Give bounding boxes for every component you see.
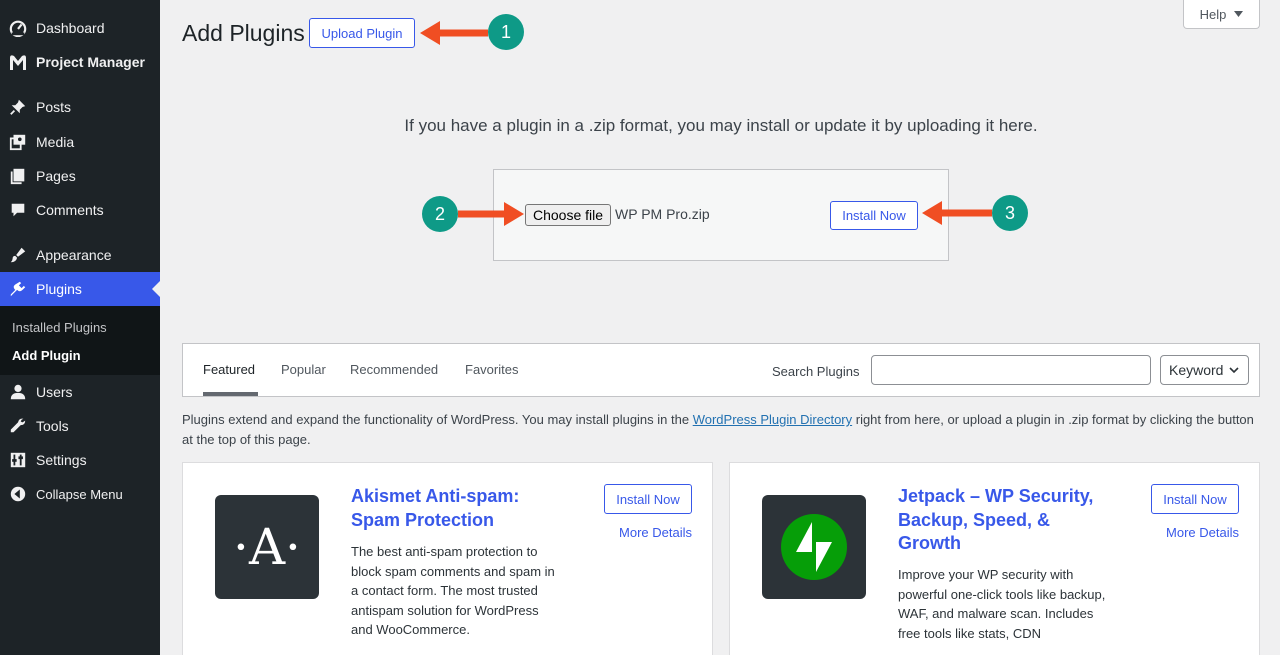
collapse-menu-button[interactable]: Collapse Menu xyxy=(0,477,160,511)
annotation-arrow-3 xyxy=(922,201,992,225)
collapse-icon xyxy=(8,484,28,504)
brush-icon xyxy=(8,245,28,265)
tab-recommended[interactable]: Recommended xyxy=(350,362,438,377)
tab-popular[interactable]: Popular xyxy=(281,362,326,377)
menu-item-appearance[interactable]: Appearance xyxy=(0,238,160,272)
help-button[interactable]: Help xyxy=(1183,0,1260,29)
jetpack-bolt-icon xyxy=(781,514,847,580)
menu-item-media[interactable]: Media xyxy=(0,125,160,159)
user-icon xyxy=(8,382,28,402)
help-label: Help xyxy=(1199,6,1227,22)
jetpack-logo-icon xyxy=(762,495,866,599)
page-title: Add Plugins xyxy=(182,20,305,46)
annotation-arrow-1 xyxy=(420,21,488,45)
plug-icon xyxy=(8,279,28,299)
menu-label: Settings xyxy=(36,452,87,468)
plugin-filter-bar: Featured Popular Recommended Favorites S… xyxy=(182,343,1260,397)
menu-item-tools[interactable]: Tools xyxy=(0,409,160,443)
install-now-button[interactable]: Install Now xyxy=(830,201,918,230)
search-type-value: Keyword xyxy=(1169,362,1224,378)
menu-label: Collapse Menu xyxy=(36,486,123,502)
plugin-title[interactable]: Jetpack – WP Security, Backup, Speed, & … xyxy=(898,485,1108,556)
selected-file-name: WP PM Pro.zip xyxy=(615,206,710,222)
menu-item-plugins[interactable]: Plugins xyxy=(0,272,160,306)
search-label: Search Plugins xyxy=(772,364,860,379)
menu-item-project-manager[interactable]: Project Manager xyxy=(0,45,160,79)
menu-label: Appearance xyxy=(36,247,112,263)
settings-icon xyxy=(8,450,28,470)
akismet-logo-icon: ·A· xyxy=(215,495,319,599)
plugin-directory-link[interactable]: WordPress Plugin Directory xyxy=(693,412,852,427)
plugin-title[interactable]: Akismet Anti-spam: Spam Protection xyxy=(351,485,561,532)
active-tab-indicator xyxy=(203,392,258,396)
menu-label: Media xyxy=(36,134,75,150)
menu-item-settings[interactable]: Settings xyxy=(0,443,160,477)
card-install-now-button[interactable]: Install Now xyxy=(1151,484,1239,514)
search-plugins-input[interactable] xyxy=(871,355,1151,385)
menu-label: Pages xyxy=(36,168,76,184)
menu-item-posts[interactable]: Posts xyxy=(0,90,160,124)
more-details-link[interactable]: More Details xyxy=(1166,525,1239,540)
menu-label: Users xyxy=(36,384,73,400)
menu-item-users[interactable]: Users xyxy=(0,375,160,409)
annotation-badge-1: 1 xyxy=(488,14,524,50)
akismet-logo-letter: ·A· xyxy=(233,518,301,576)
upload-description: If you have a plugin in a .zip format, y… xyxy=(404,116,1038,135)
media-icon xyxy=(8,132,28,152)
menu-label: Dashboard xyxy=(36,20,105,36)
caret-down-icon xyxy=(1234,11,1244,17)
choose-file-button[interactable]: Choose file xyxy=(525,204,611,226)
admin-sidebar: Dashboard Project Manager Posts Media Pa… xyxy=(0,0,160,655)
menu-label: Tools xyxy=(36,418,69,434)
plugin-description: The best anti-spam protection to block s… xyxy=(351,544,555,637)
menu-item-comments[interactable]: Comments xyxy=(0,193,160,227)
card-install-now-button[interactable]: Install Now xyxy=(604,484,692,514)
intro-text-part: Plugins extend and expand the functional… xyxy=(182,412,693,427)
wrench-icon xyxy=(8,416,28,436)
dashboard-icon xyxy=(8,18,28,38)
annotation-badge-3: 3 xyxy=(992,195,1028,231)
pin-icon xyxy=(8,97,28,117)
plugins-submenu: Installed Plugins Add Plugin xyxy=(0,306,160,375)
submenu-installed-plugins[interactable]: Installed Plugins xyxy=(12,320,107,335)
pages-icon xyxy=(8,166,28,186)
plugins-intro-text: Plugins extend and expand the functional… xyxy=(182,410,1260,449)
plugin-card-akismet: ·A· Akismet Anti-spam: Spam Protection T… xyxy=(182,462,713,655)
menu-label: Project Manager xyxy=(36,54,145,70)
search-type-select[interactable]: Keyword xyxy=(1160,355,1249,385)
menu-label: Plugins xyxy=(36,281,82,297)
more-details-link[interactable]: More Details xyxy=(619,525,692,540)
menu-label: Comments xyxy=(36,202,104,218)
tab-featured[interactable]: Featured xyxy=(203,362,255,377)
comment-icon xyxy=(8,200,28,220)
upload-plugin-button[interactable]: Upload Plugin xyxy=(309,18,415,48)
project-manager-icon xyxy=(8,52,28,72)
tab-favorites[interactable]: Favorites xyxy=(465,362,518,377)
menu-label: Posts xyxy=(36,99,72,115)
menu-item-pages[interactable]: Pages xyxy=(0,159,160,193)
chevron-down-icon xyxy=(1229,367,1239,374)
submenu-add-plugin[interactable]: Add Plugin xyxy=(12,348,81,363)
plugin-description: Improve your WP security with powerful o… xyxy=(898,567,1106,641)
annotation-arrow-2 xyxy=(458,202,524,226)
annotation-badge-2: 2 xyxy=(422,196,458,232)
menu-item-dashboard[interactable]: Dashboard xyxy=(0,11,160,45)
plugin-card-jetpack: Jetpack – WP Security, Backup, Speed, & … xyxy=(729,462,1260,655)
